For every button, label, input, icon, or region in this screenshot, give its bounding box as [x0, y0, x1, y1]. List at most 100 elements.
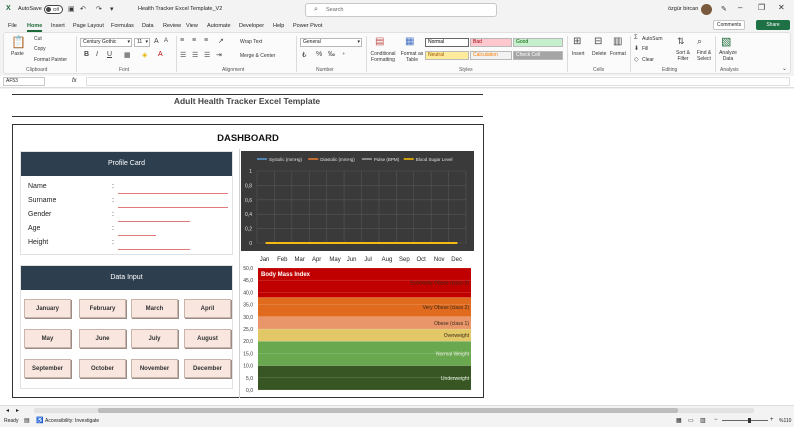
- profile-input-surname[interactable]: [118, 207, 228, 208]
- paste-button[interactable]: Paste: [11, 51, 24, 57]
- format-painter-button[interactable]: Format Painter: [34, 57, 67, 63]
- indent-icon[interactable]: ⇥: [216, 51, 222, 59]
- increase-decimal-icon[interactable]: ⁺: [342, 51, 346, 59]
- format-as-table-icon[interactable]: ▦: [405, 36, 414, 47]
- tab-automate[interactable]: Automate: [207, 23, 231, 29]
- month-button-july[interactable]: July: [131, 329, 178, 348]
- currency-icon[interactable]: ₺: [302, 51, 306, 59]
- increase-font-icon[interactable]: A: [154, 38, 159, 45]
- accessibility-status[interactable]: Accessibility: Investigate: [45, 418, 99, 424]
- comments-button[interactable]: Comments: [713, 20, 746, 30]
- format-cells-icon[interactable]: ▥: [613, 36, 622, 47]
- profile-input-height[interactable]: [118, 249, 190, 250]
- month-button-march[interactable]: March: [131, 299, 178, 318]
- align-bottom-icon[interactable]: ≡: [204, 37, 208, 44]
- tab-power-pivot[interactable]: Power Pivot: [293, 23, 322, 29]
- formula-input[interactable]: [86, 77, 790, 86]
- month-button-june[interactable]: June: [79, 329, 126, 348]
- format-as-table-button[interactable]: Format as Table: [400, 51, 424, 63]
- analyze-data-icon[interactable]: ▧: [721, 35, 731, 48]
- format-button[interactable]: Format: [610, 51, 626, 57]
- copy-button[interactable]: Copy: [34, 46, 46, 52]
- month-button-august[interactable]: August: [184, 329, 231, 348]
- cell-style-neutral[interactable]: Neutral: [425, 51, 469, 60]
- find-select-button[interactable]: Find & Select: [692, 50, 716, 62]
- close-icon[interactable]: ✕: [778, 3, 785, 12]
- font-size-combo[interactable]: 11: [134, 38, 150, 47]
- tab-view[interactable]: View: [186, 23, 198, 29]
- zoom-in-icon[interactable]: +: [770, 417, 774, 423]
- cell-style-calculation[interactable]: Calculation: [470, 51, 512, 60]
- cell-style-normal[interactable]: Normal: [425, 38, 469, 47]
- zoom-slider[interactable]: [722, 420, 768, 421]
- font-name-combo[interactable]: Century Gothic: [80, 38, 132, 47]
- tab-data[interactable]: Data: [142, 23, 154, 29]
- save-icon[interactable]: ▣: [68, 5, 75, 13]
- page-layout-view-icon[interactable]: ▭: [688, 417, 694, 424]
- cell-style-good[interactable]: Good: [513, 38, 563, 47]
- fx-button[interactable]: fx: [72, 78, 77, 84]
- tab-scroll-next-icon[interactable]: ▸: [16, 407, 19, 414]
- autosum-icon[interactable]: Σ: [634, 35, 638, 41]
- align-middle-icon[interactable]: ≡: [192, 37, 196, 44]
- profile-input-gender[interactable]: [118, 221, 190, 222]
- font-color-icon[interactable]: A: [158, 51, 163, 58]
- month-button-november[interactable]: November: [131, 359, 178, 378]
- wrap-text-button[interactable]: Wrap Text: [240, 39, 262, 45]
- number-format-combo[interactable]: General: [300, 38, 362, 47]
- collapse-ribbon-icon[interactable]: ⌄: [782, 65, 787, 72]
- zoom-level[interactable]: %110: [779, 418, 791, 424]
- percent-icon[interactable]: %: [316, 51, 322, 58]
- align-left-icon[interactable]: ☰: [180, 51, 186, 59]
- underline-icon[interactable]: U: [107, 51, 112, 58]
- cut-button[interactable]: Cut: [34, 36, 42, 42]
- month-button-february[interactable]: February: [79, 299, 126, 318]
- tab-page-layout[interactable]: Page Layout: [73, 23, 104, 29]
- page-break-view-icon[interactable]: ▥: [700, 417, 706, 424]
- fill-button[interactable]: Fill: [642, 46, 648, 52]
- sort-filter-icon[interactable]: ⇅: [677, 36, 685, 47]
- tab-insert[interactable]: Insert: [51, 23, 65, 29]
- merge-center-button[interactable]: Merge & Center: [240, 53, 275, 59]
- pen-icon[interactable]: ✎: [721, 5, 727, 13]
- normal-view-icon[interactable]: ▦: [676, 417, 682, 424]
- italic-icon[interactable]: I: [96, 51, 98, 58]
- insert-cells-icon[interactable]: ⊞: [573, 36, 581, 47]
- month-button-october[interactable]: October: [79, 359, 126, 378]
- tab-home[interactable]: Home: [27, 23, 43, 32]
- accessibility-icon[interactable]: ♿: [36, 417, 43, 424]
- clear-button[interactable]: Clear: [642, 57, 654, 63]
- avatar[interactable]: [701, 4, 712, 15]
- conditional-formatting-icon[interactable]: ▤: [375, 36, 384, 47]
- align-right-icon[interactable]: ☰: [204, 51, 210, 59]
- autosum-button[interactable]: AutoSum: [642, 36, 663, 42]
- autosave-toggle[interactable]: Off: [44, 5, 63, 14]
- cell-style-bad[interactable]: Bad: [470, 38, 512, 47]
- tab-formulas[interactable]: Formulas: [111, 23, 134, 29]
- conditional-formatting-button[interactable]: Conditional Formatting: [368, 51, 398, 63]
- redo-icon[interactable]: ↷: [96, 5, 102, 13]
- delete-cells-icon[interactable]: ⊟: [594, 36, 602, 47]
- tab-review[interactable]: Review: [163, 23, 181, 29]
- tab-file[interactable]: File: [8, 23, 17, 29]
- paste-icon[interactable]: 📋: [11, 35, 26, 49]
- tab-help[interactable]: Help: [273, 23, 284, 29]
- quick-access-icon[interactable]: ▾: [110, 5, 114, 13]
- zoom-out-icon[interactable]: −: [714, 417, 718, 423]
- fill-color-icon[interactable]: ◈: [142, 51, 147, 59]
- analyze-data-button[interactable]: Analyze Data: [717, 50, 739, 62]
- tab-scroll-prev-icon[interactable]: ◂: [6, 407, 9, 414]
- cell-style-check-cell[interactable]: Check Cell: [513, 51, 563, 60]
- month-button-december[interactable]: December: [184, 359, 231, 378]
- insert-button[interactable]: Insert: [572, 51, 585, 57]
- find-select-icon[interactable]: ⌕: [697, 36, 702, 47]
- align-top-icon[interactable]: ≡: [180, 37, 184, 44]
- horizontal-scroll-thumb[interactable]: [98, 408, 678, 413]
- name-box[interactable]: AF53: [3, 77, 45, 86]
- month-button-january[interactable]: January: [24, 299, 71, 318]
- month-button-september[interactable]: September: [24, 359, 71, 378]
- fill-icon[interactable]: ⬇: [634, 45, 639, 52]
- profile-input-name[interactable]: [118, 193, 228, 194]
- restore-icon[interactable]: ❐: [758, 3, 765, 12]
- align-center-icon[interactable]: ☰: [192, 51, 198, 59]
